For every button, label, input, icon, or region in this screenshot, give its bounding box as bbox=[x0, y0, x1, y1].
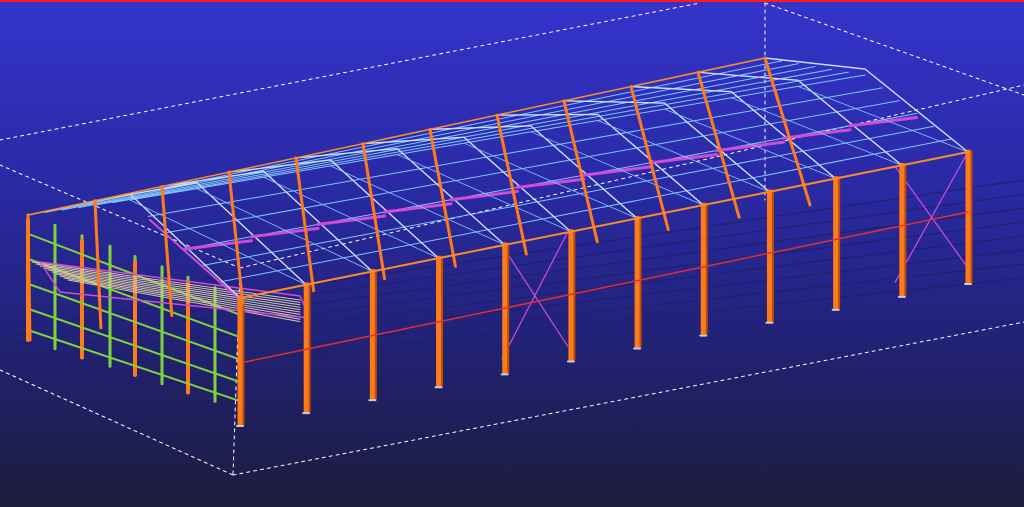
structural-3d-model[interactable] bbox=[0, 0, 1024, 507]
roof-diagonal[interactable] bbox=[797, 85, 969, 153]
roof-bracing[interactable] bbox=[383, 202, 453, 214]
work-area-edge bbox=[0, 2, 701, 141]
work-area-edge bbox=[239, 84, 1024, 269]
steel-column-back[interactable] bbox=[629, 85, 670, 232]
roof-diagonal[interactable] bbox=[730, 97, 903, 166]
roof-diagonal[interactable] bbox=[664, 108, 837, 179]
roof-bracing[interactable] bbox=[582, 165, 652, 177]
roof-diagonal[interactable] bbox=[463, 142, 638, 219]
tie-beam[interactable] bbox=[244, 211, 969, 363]
roof-purlin[interactable] bbox=[112, 71, 849, 203]
end-wall-framing[interactable] bbox=[26, 213, 312, 412]
roof-bracing[interactable] bbox=[250, 226, 320, 239]
work-area-edge bbox=[764, 2, 1024, 96]
roof-bracing[interactable] bbox=[649, 152, 719, 165]
roof-bracing[interactable] bbox=[183, 239, 253, 251]
roof-diagonal[interactable] bbox=[396, 154, 572, 233]
work-area-edge bbox=[0, 369, 234, 476]
roof-bracing[interactable] bbox=[516, 177, 586, 189]
steel-column-back[interactable] bbox=[562, 99, 599, 244]
roof-bracing[interactable] bbox=[782, 128, 852, 140]
work-area-edge bbox=[232, 321, 1024, 476]
roof-bracing[interactable] bbox=[449, 189, 519, 202]
roof-diagonal[interactable] bbox=[597, 120, 770, 193]
roof-diagonal[interactable] bbox=[263, 176, 439, 259]
roof-purlin[interactable] bbox=[129, 74, 866, 201]
steel-column-back[interactable] bbox=[495, 113, 528, 256]
roof-bracing[interactable] bbox=[848, 116, 918, 128]
roof-diagonal[interactable] bbox=[330, 165, 506, 246]
steel-column-back[interactable] bbox=[294, 156, 316, 293]
steel-column-back[interactable] bbox=[227, 170, 245, 305]
steel-column-back[interactable] bbox=[26, 213, 32, 342]
steel-column-back[interactable] bbox=[696, 70, 741, 219]
model-viewport[interactable] bbox=[0, 0, 1024, 507]
roof-bracing[interactable] bbox=[715, 140, 785, 152]
steel-column-back[interactable] bbox=[361, 142, 387, 281]
roof-diagonal[interactable] bbox=[196, 188, 373, 272]
grid-line bbox=[0, 277, 1024, 387]
